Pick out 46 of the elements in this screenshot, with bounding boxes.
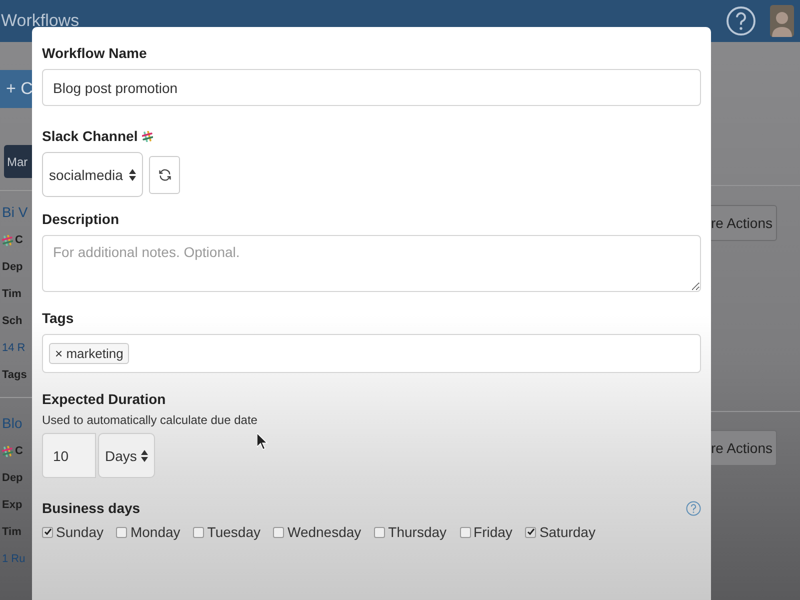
field-label: Exp xyxy=(2,498,22,513)
slack-icon xyxy=(2,235,13,246)
help-icon[interactable] xyxy=(726,6,756,36)
field-label: Slack Channel xyxy=(42,128,138,144)
more-actions-button[interactable]: re Actions xyxy=(711,430,777,466)
field-label: Description xyxy=(42,211,120,227)
description-field[interactable]: For additional notes. Optional. xyxy=(42,235,701,292)
more-actions-button[interactable]: re Actions xyxy=(711,205,777,241)
field-label: Expected Duration xyxy=(42,391,166,407)
page-title: Workflows xyxy=(1,11,80,31)
day-checkbox[interactable]: Tuesday xyxy=(193,524,260,540)
refresh-icon xyxy=(158,168,172,182)
field-label: Business days xyxy=(42,500,140,516)
day-checkbox[interactable]: Thursday xyxy=(374,524,447,540)
slack-icon xyxy=(2,446,13,457)
field-label: Dep xyxy=(2,260,23,275)
duration-field[interactable]: 10 xyxy=(42,433,96,478)
day-checkbox[interactable]: Monday xyxy=(116,524,180,540)
channel-label: C xyxy=(15,444,23,459)
create-button[interactable]: + C xyxy=(0,70,32,108)
day-checkbox[interactable]: Sunday xyxy=(42,524,104,540)
field-label: Tags xyxy=(42,310,74,326)
cursor-icon xyxy=(257,433,268,450)
tag-chip[interactable]: × marketing xyxy=(49,343,130,364)
name-field[interactable]: Blog post promotion xyxy=(42,69,701,106)
day-checkbox[interactable]: Friday xyxy=(460,524,512,540)
stepper-icon xyxy=(129,168,136,182)
day-checkbox[interactable]: Saturday xyxy=(525,524,596,540)
field-label: Sch xyxy=(2,314,22,329)
day-checkbox[interactable]: Wednesday xyxy=(273,524,362,540)
field-label: Workflow Name xyxy=(42,45,147,61)
channel-label: C xyxy=(15,233,23,248)
tags-field[interactable]: × marketing xyxy=(42,334,701,373)
field-label: Dep xyxy=(2,471,23,486)
tab-button[interactable]: Mar xyxy=(4,145,32,178)
field-label: Tim xyxy=(2,287,22,302)
field-label: Tim xyxy=(2,525,22,540)
field-hint: Used to automatically calculate due date xyxy=(42,413,258,427)
check-icon xyxy=(526,528,535,536)
check-icon xyxy=(44,528,52,536)
channel-select[interactable]: socialmedia xyxy=(42,152,143,197)
stepper-icon xyxy=(141,448,148,462)
refresh-button[interactable] xyxy=(149,156,180,194)
tags-label: Tags xyxy=(2,368,27,383)
unit-select[interactable]: Days xyxy=(98,433,155,478)
slack-icon xyxy=(142,130,153,142)
